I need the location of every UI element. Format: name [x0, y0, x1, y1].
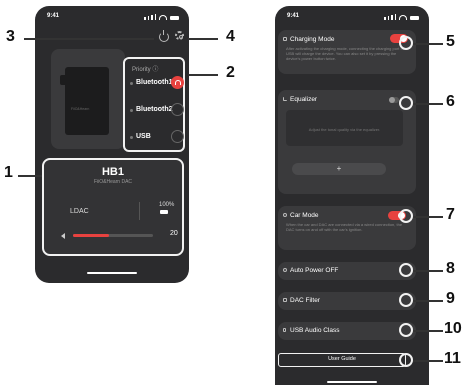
callout-9: 9	[446, 290, 455, 307]
callout-line-11	[413, 360, 443, 362]
callout-ring-6	[399, 96, 413, 110]
priority-dot	[130, 109, 133, 112]
priority-item-bluetooth1[interactable]: Bluetooth1	[130, 76, 184, 91]
status-time: 9:41	[47, 13, 60, 19]
usb-audio-class-row[interactable]: USB Audio Class	[278, 322, 416, 340]
status-icons	[384, 14, 419, 20]
home-indicator	[327, 381, 377, 383]
callout-ring-7	[399, 209, 413, 223]
callout-5: 5	[446, 33, 455, 50]
battery-icon	[160, 210, 168, 214]
callout-ring-8	[399, 263, 413, 277]
charging-mode-card: Charging Mode After activating the charg…	[278, 30, 416, 74]
callout-ring-5	[399, 36, 413, 50]
status-bar: 9:41	[287, 13, 419, 23]
equalizer-icon	[283, 97, 287, 101]
equalizer-hint: Adjust the tonal quality via the equaliz…	[308, 127, 381, 132]
add-equalizer-button[interactable]: +	[292, 163, 386, 175]
callout-line-7	[413, 216, 443, 218]
status-bar: 9:41	[47, 13, 179, 23]
wifi-icon	[159, 15, 167, 20]
callout-line-4	[188, 38, 218, 40]
home-indicator	[87, 272, 137, 274]
callout-8: 8	[446, 260, 455, 277]
priority-label: Bluetooth1	[136, 79, 173, 86]
left-phone-screen: 9:41 FiiO&Hearn Priority ⓘ Bluetooth1 Bl…	[35, 6, 189, 283]
car-icon	[283, 213, 287, 217]
callout-7: 7	[446, 206, 455, 223]
gear-icon[interactable]	[175, 31, 184, 40]
device-status-card[interactable]: HB1 FiiO&Hearn DAC LDAC 100% 20	[42, 158, 184, 256]
device-image-label: FiiO&Hearn	[71, 107, 90, 111]
headphone-icon[interactable]	[171, 76, 184, 89]
callout-ring-9	[399, 293, 413, 307]
priority-item-usb[interactable]: USB	[130, 130, 184, 145]
codec-label: LDAC	[70, 208, 89, 215]
callout-line-2	[188, 74, 218, 76]
battery-percent: 100%	[159, 202, 175, 208]
priority-item-bluetooth2[interactable]: Bluetooth2	[130, 103, 184, 118]
callout-6: 6	[446, 93, 455, 110]
battery-status-icon	[170, 16, 179, 20]
callout-3: 3	[6, 28, 15, 45]
equalizer-preview: Adjust the tonal quality via the equaliz…	[286, 110, 403, 146]
auto-power-off-row[interactable]: Auto Power OFF	[278, 262, 416, 280]
callout-line-8	[413, 270, 443, 272]
callout-2: 2	[226, 64, 235, 81]
car-mode-desc: When the car and DAC are connected via a…	[286, 222, 403, 232]
volume-icon	[61, 233, 65, 239]
wifi-icon	[399, 15, 407, 20]
device-image: FiiO&Hearn	[60, 67, 109, 135]
callout-4: 4	[226, 28, 235, 45]
filter-icon	[283, 298, 287, 302]
callout-line-9	[413, 300, 443, 302]
priority-panel: Priority ⓘ Bluetooth1 Bluetooth2 USB	[123, 57, 185, 152]
priority-dot	[130, 82, 133, 85]
volume-slider[interactable]	[73, 234, 153, 237]
car-mode-card: Car Mode When the car and DAC are connec…	[278, 206, 416, 250]
user-guide-button[interactable]: User Guide	[278, 353, 406, 367]
volume-value: 20	[170, 230, 178, 237]
callout-line-3	[24, 38, 154, 40]
device-brand: FiiO&Hearn DAC	[93, 179, 133, 185]
usb-icon	[283, 328, 286, 332]
callout-line-1	[18, 175, 42, 177]
callout-ring-10	[399, 323, 413, 337]
callout-10: 10	[444, 320, 462, 337]
equalizer-card: Equalizer Adjust the tonal quality via t…	[278, 90, 416, 194]
volume-slider-fill	[73, 234, 109, 237]
status-time: 9:41	[287, 13, 300, 19]
radio-ring[interactable]	[171, 130, 184, 143]
auto-power-off-label: Auto Power OFF	[290, 267, 339, 274]
car-mode-title: Car Mode	[290, 212, 319, 219]
priority-label: USB	[136, 133, 151, 140]
callout-line-10	[413, 330, 443, 332]
dac-filter-label: DAC Filter	[290, 297, 320, 304]
device-model: HB1	[101, 166, 124, 178]
callout-line-5	[413, 43, 443, 45]
callout-ring-11	[399, 353, 413, 367]
priority-label: Bluetooth2	[136, 106, 173, 113]
charging-icon	[283, 37, 287, 41]
equalizer-title: Equalizer	[290, 96, 318, 103]
callout-1: 1	[4, 164, 13, 181]
dac-filter-row[interactable]: DAC Filter	[278, 292, 416, 310]
battery-status-icon	[410, 16, 419, 20]
charging-mode-desc: After activating the charging mode, conn…	[286, 46, 405, 61]
radio-ring[interactable]	[171, 103, 184, 116]
device-image-card: FiiO&Hearn	[51, 49, 125, 149]
equalizer-toggle[interactable]	[389, 97, 399, 103]
callout-line-6	[413, 103, 443, 105]
divider	[139, 202, 140, 220]
callout-11: 11	[444, 350, 461, 367]
charging-mode-title: Charging Mode	[290, 36, 335, 43]
power-icon	[283, 268, 287, 272]
priority-dot	[130, 136, 133, 139]
priority-title: Priority ⓘ	[132, 67, 159, 73]
status-icons	[144, 14, 179, 20]
usb-audio-class-label: USB Audio Class	[290, 327, 340, 334]
power-icon[interactable]	[159, 30, 169, 42]
